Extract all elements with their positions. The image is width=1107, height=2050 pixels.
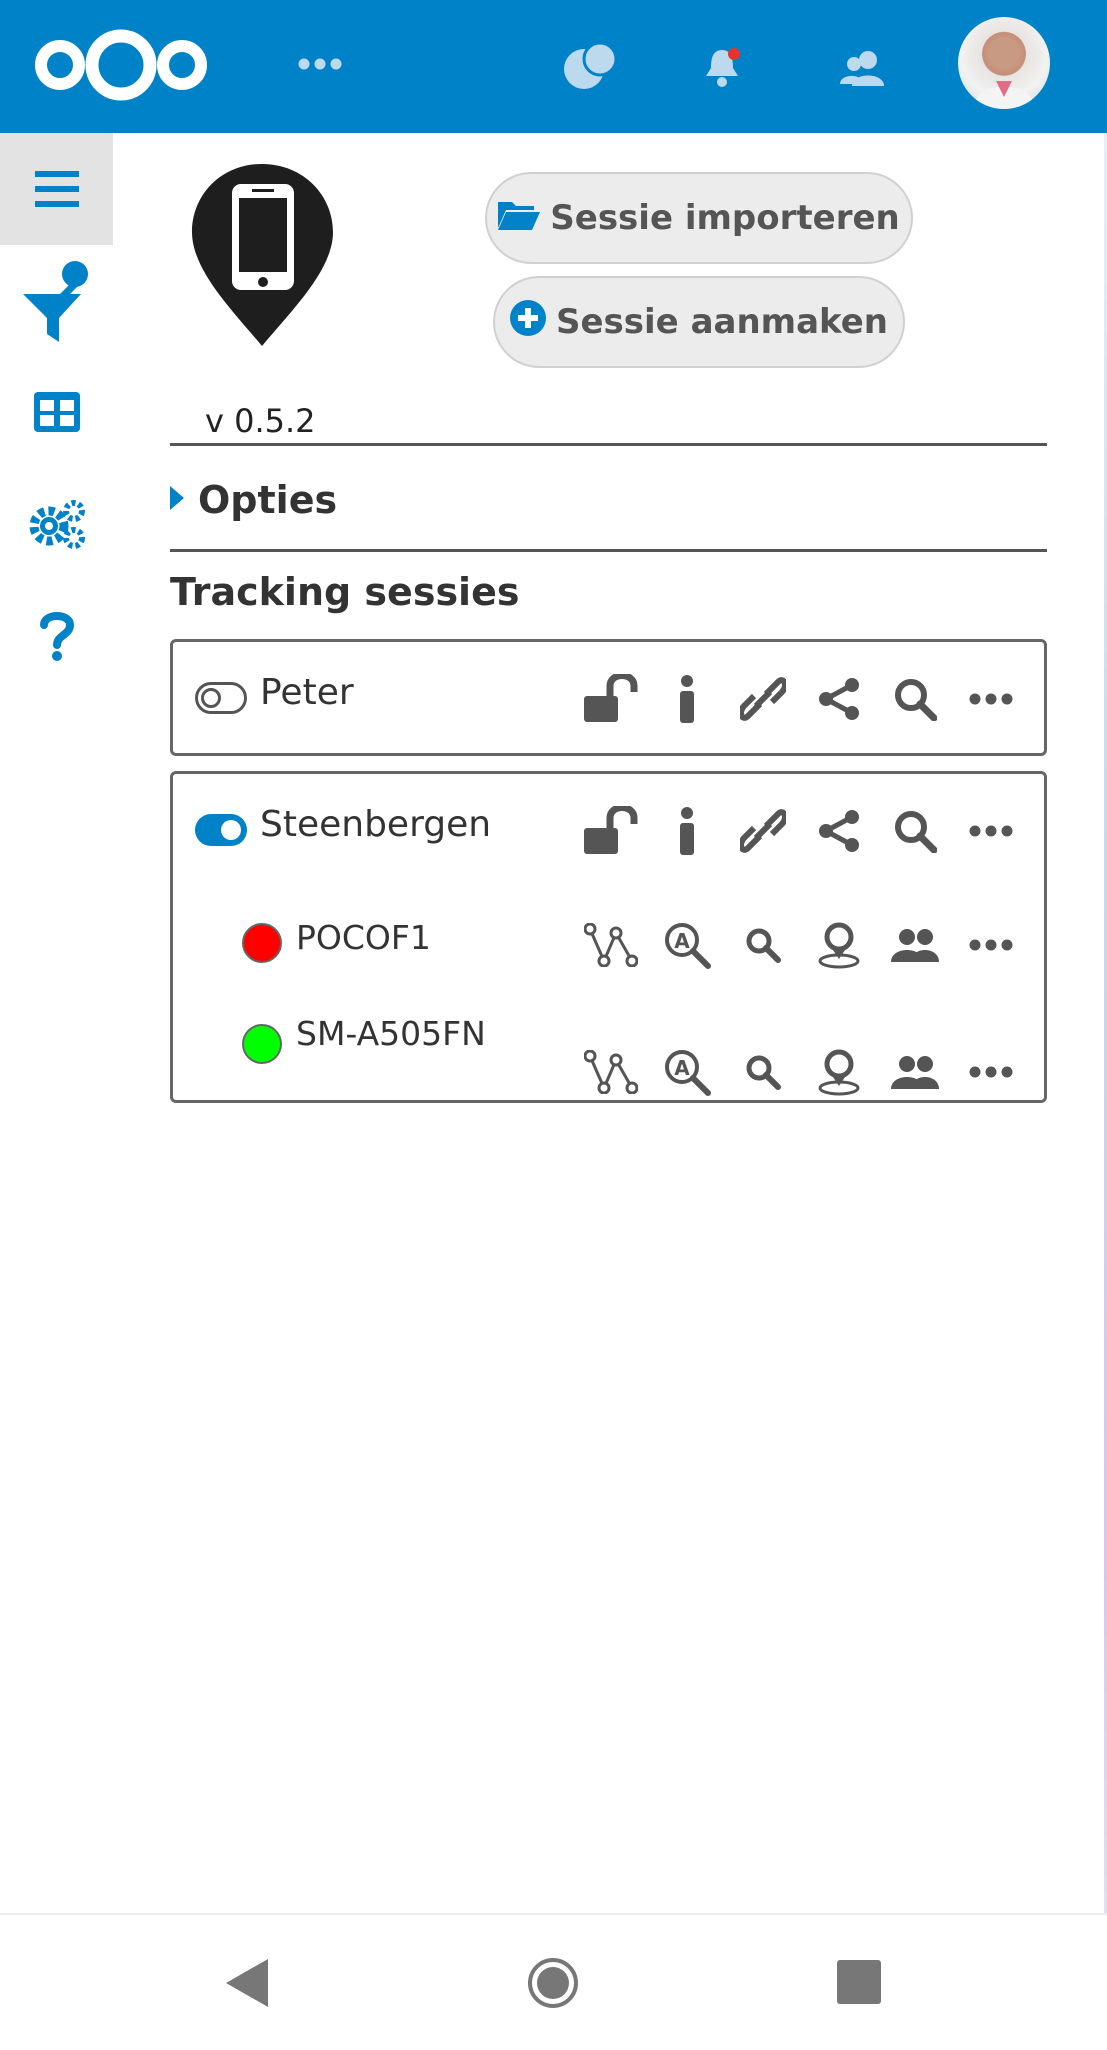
- system-nav-bar: [0, 1913, 1107, 2050]
- share-icon[interactable]: [801, 801, 877, 861]
- search-icon[interactable]: [877, 801, 953, 861]
- back-icon[interactable]: [222, 1957, 270, 2009]
- share-icon[interactable]: [801, 669, 877, 729]
- session-actions: [573, 801, 1029, 861]
- device-name: POCOF1: [296, 918, 431, 957]
- search-icon[interactable]: [877, 669, 953, 729]
- header-bar: [0, 0, 1107, 133]
- import-session-button[interactable]: Sessie importeren: [485, 172, 913, 264]
- talk-icon[interactable]: [555, 32, 625, 102]
- zoom-icon[interactable]: [725, 915, 801, 975]
- divider: [170, 443, 1047, 446]
- zoom-icon[interactable]: [725, 1042, 801, 1102]
- session-toggle-on[interactable]: [195, 814, 247, 846]
- phonetrack-logo-icon: [190, 160, 335, 350]
- device-actions: A: [573, 1042, 1029, 1102]
- bell-icon[interactable]: [690, 36, 754, 100]
- help-icon[interactable]: [0, 580, 113, 692]
- session-actions: [573, 669, 1029, 729]
- auto-zoom-icon[interactable]: A: [649, 915, 725, 975]
- gears-icon[interactable]: [0, 468, 113, 580]
- auto-zoom-icon[interactable]: A: [649, 1042, 725, 1102]
- session-name: Steenbergen: [260, 804, 492, 845]
- line-path-icon[interactable]: [573, 915, 649, 975]
- more-icon[interactable]: [953, 669, 1029, 729]
- location-pin-icon[interactable]: [801, 1042, 877, 1102]
- svg-text:A: A: [674, 1056, 690, 1080]
- options-toggle[interactable]: Opties: [170, 475, 337, 525]
- device-name: SM-A505FN: [296, 1014, 486, 1053]
- session-card-peter: Peter: [170, 639, 1047, 756]
- location-pin-icon[interactable]: [801, 915, 877, 975]
- svg-text:A: A: [674, 929, 690, 953]
- link-icon[interactable]: [725, 669, 801, 729]
- import-session-label: Sessie importeren: [550, 198, 900, 238]
- device-actions: A: [573, 915, 1029, 975]
- lock-open-icon[interactable]: [573, 669, 649, 729]
- options-label: Opties: [198, 478, 338, 522]
- contacts-icon[interactable]: [830, 36, 894, 100]
- caret-right-icon: [170, 486, 184, 514]
- filter-icon[interactable]: [0, 245, 113, 357]
- users-icon[interactable]: [877, 915, 953, 975]
- session-toggle-off[interactable]: [195, 682, 247, 714]
- table-icon[interactable]: [0, 356, 113, 468]
- more-icon[interactable]: [953, 1042, 1029, 1102]
- session-name: Peter: [260, 672, 354, 713]
- folder-open-icon: [498, 198, 541, 239]
- create-session-button[interactable]: Sessie aanmaken: [493, 276, 905, 368]
- device-color-dot[interactable]: [242, 923, 282, 963]
- version-label: v 0.5.2: [205, 402, 316, 440]
- recents-icon[interactable]: [837, 1960, 881, 2004]
- lock-open-icon[interactable]: [573, 801, 649, 861]
- app-sidebar: [0, 133, 113, 673]
- create-session-label: Sessie aanmaken: [556, 302, 888, 342]
- line-path-icon[interactable]: [573, 1042, 649, 1102]
- session-card-steenbergen: Steenbergen POCOF1 A SM-A505FN A: [170, 771, 1047, 1103]
- sessions-title: Tracking sessies: [170, 570, 520, 614]
- info-person-icon[interactable]: [649, 669, 725, 729]
- device-color-dot[interactable]: [242, 1024, 282, 1064]
- link-icon[interactable]: [725, 801, 801, 861]
- more-icon[interactable]: [953, 801, 1029, 861]
- info-person-icon[interactable]: [649, 801, 725, 861]
- more-apps-icon[interactable]: [290, 44, 350, 84]
- users-icon[interactable]: [877, 1042, 953, 1102]
- home-icon[interactable]: [527, 1957, 579, 2009]
- hamburger-menu-icon[interactable]: [0, 133, 113, 245]
- user-avatar[interactable]: [958, 17, 1050, 109]
- more-icon[interactable]: [953, 915, 1029, 975]
- nextcloud-logo-icon[interactable]: [30, 24, 212, 106]
- divider: [170, 549, 1047, 552]
- plus-circle-icon: [510, 299, 546, 345]
